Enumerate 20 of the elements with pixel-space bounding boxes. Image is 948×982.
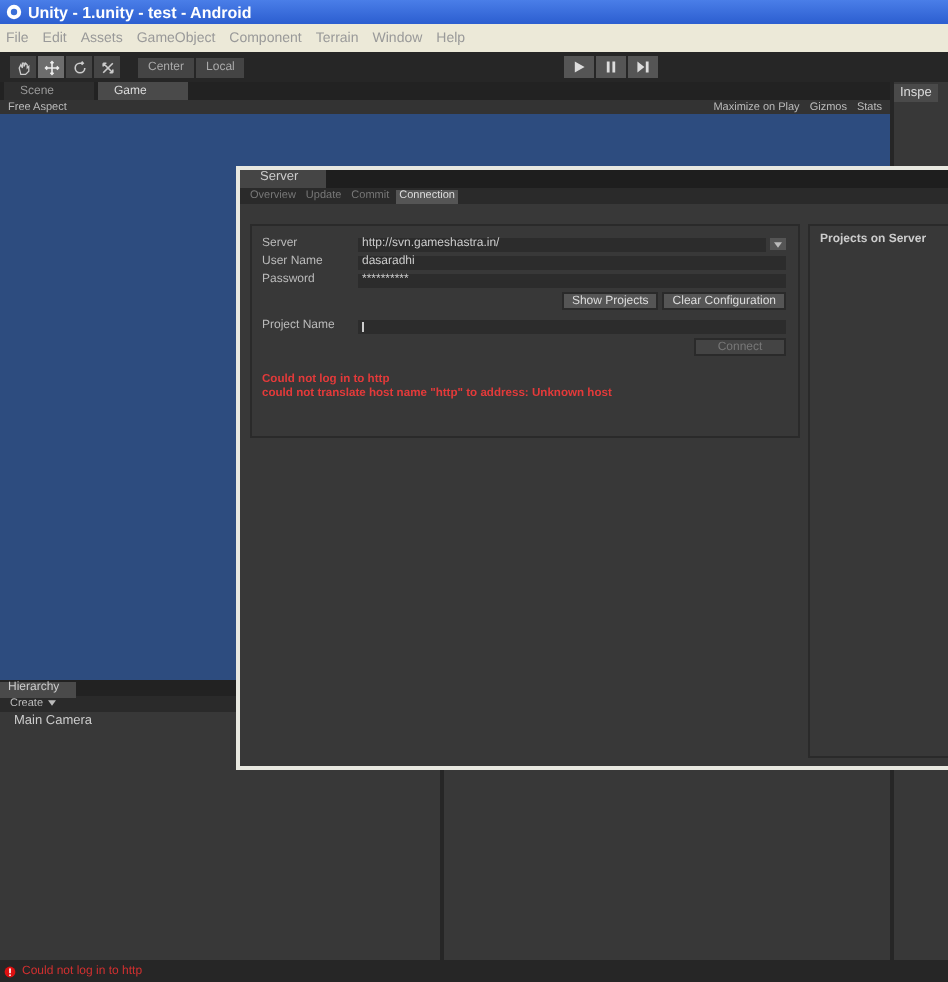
- tool-button[interactable]: [10, 56, 36, 78]
- play-icon: [572, 60, 586, 74]
- caret-icon: [774, 241, 782, 247]
- pause-icon: [604, 60, 618, 74]
- step-icon: [636, 60, 650, 74]
- unity-logo-icon: [6, 4, 22, 20]
- hand-icon: [15, 59, 31, 75]
- error-icon: [4, 965, 16, 977]
- tool-button[interactable]: [66, 56, 92, 78]
- move-icon: [43, 59, 59, 75]
- scale-icon: [99, 59, 115, 75]
- playback-button[interactable]: [596, 56, 626, 78]
- tool-button[interactable]: [94, 56, 120, 78]
- playback-button[interactable]: [564, 56, 594, 78]
- window-title: Unity - 1.unity - test - Android: [28, 3, 252, 21]
- input-field[interactable]: [358, 319, 786, 333]
- playback-button[interactable]: [628, 56, 658, 78]
- tool-button[interactable]: [38, 56, 64, 78]
- rotate-icon: [71, 59, 87, 75]
- dropdown-button[interactable]: [770, 238, 786, 250]
